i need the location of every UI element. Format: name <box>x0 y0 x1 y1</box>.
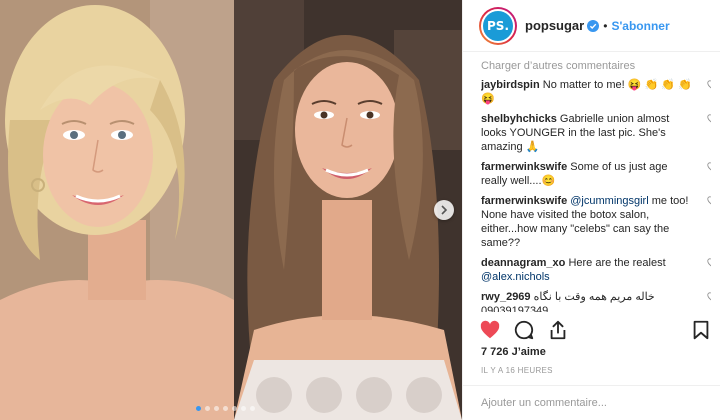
carousel-dot[interactable] <box>205 406 210 411</box>
like-comment-heart-icon[interactable] <box>707 80 711 90</box>
post-header: PS. popsugar • S'abonner <box>463 0 720 52</box>
carousel-dot[interactable] <box>232 406 237 411</box>
post-actions <box>479 318 712 342</box>
avatar[interactable]: PS. <box>479 6 517 45</box>
likes-count[interactable]: 7 726 J’aime <box>481 346 546 358</box>
comment-item: shelbyhchicks Gabrielle union almost loo… <box>481 112 711 154</box>
comment-username[interactable]: rwy_2969 <box>481 291 531 303</box>
comment-item: deannagram_xo Here are the realest @alex… <box>481 256 711 284</box>
comment-item: farmerwinkswife @jcummingsgirl me too! N… <box>481 194 711 250</box>
comment-input[interactable] <box>481 397 681 409</box>
comment-mention-link[interactable]: @alex.nichols <box>481 271 550 283</box>
post-username[interactable]: popsugar <box>525 18 584 33</box>
carousel-next-button[interactable] <box>434 200 454 220</box>
carousel-dot[interactable] <box>214 406 219 411</box>
comment-item: farmerwinkswife Some of us just age real… <box>481 160 711 188</box>
comments-list: Charger d’autres commentaires jaybirdspi… <box>481 60 711 312</box>
post-timestamp[interactable]: IL Y A 16 HEURES <box>481 366 553 375</box>
bookmark-icon[interactable] <box>690 319 712 341</box>
like-comment-heart-icon[interactable] <box>707 114 711 124</box>
comment-icon[interactable] <box>513 319 535 341</box>
like-comment-heart-icon[interactable] <box>707 258 711 268</box>
comment-item: rwy_2969 خاله مریم همه وقت با نگاه 09039… <box>481 290 711 312</box>
like-comment-heart-icon[interactable] <box>707 292 711 302</box>
post-side-panel: PS. popsugar • S'abonner Charger d’autre… <box>462 0 720 420</box>
photo-right <box>234 0 462 420</box>
photo-left <box>0 0 234 420</box>
avatar-logo: PS. <box>481 8 515 43</box>
verified-icon <box>587 19 600 32</box>
load-more-comments-button[interactable]: Charger d’autres commentaires <box>481 60 711 72</box>
comment-item: jaybirdspin No matter to me! 😝 👏 👏 👏 😝 <box>481 78 711 106</box>
comment-username[interactable]: shelbyhchicks <box>481 113 557 125</box>
comment-text: Here are the realest <box>568 257 666 269</box>
carousel-dot[interactable] <box>241 406 246 411</box>
comment-username[interactable]: farmerwinkswife <box>481 195 567 207</box>
carousel-dot[interactable] <box>223 406 228 411</box>
chevron-right-icon <box>441 205 448 215</box>
carousel-dot[interactable] <box>250 406 255 411</box>
like-comment-heart-icon[interactable] <box>707 196 711 206</box>
add-comment-bar <box>463 385 720 420</box>
heart-icon[interactable] <box>479 319 501 341</box>
comment-username[interactable]: jaybirdspin <box>481 79 540 91</box>
comment-mention-link[interactable]: @jcummingsgirl <box>570 195 648 207</box>
header-separator: • <box>603 18 608 33</box>
like-comment-heart-icon[interactable] <box>707 162 711 172</box>
share-icon[interactable] <box>547 319 569 341</box>
comment-username[interactable]: farmerwinkswife <box>481 161 567 173</box>
follow-button[interactable]: S'abonner <box>611 19 669 33</box>
carousel-dots <box>196 406 255 411</box>
comment-username[interactable]: deannagram_xo <box>481 257 565 269</box>
post-media[interactable] <box>0 0 462 420</box>
carousel-dot[interactable] <box>196 406 201 411</box>
